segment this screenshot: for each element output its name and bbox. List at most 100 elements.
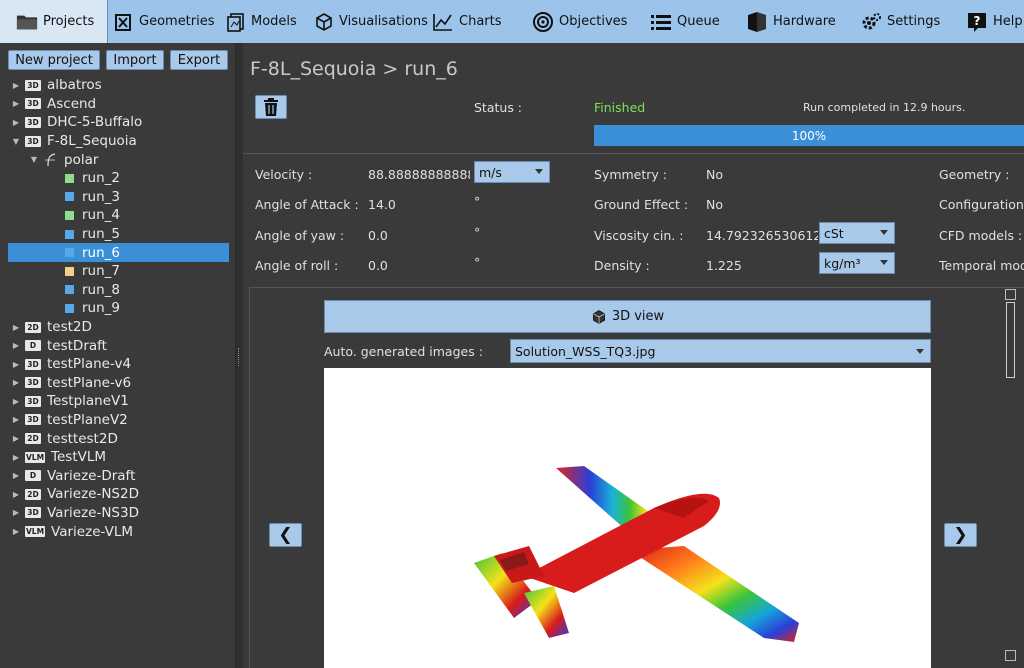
tree-item-dhc5[interactable]: ▶ 3D DHC-5-Buffalo xyxy=(0,113,236,132)
tree-item-run-2[interactable]: run_2 xyxy=(0,169,236,188)
results-viewer: 3D view Auto. generated images : Solutio… xyxy=(249,287,1024,668)
tree-item-run-3[interactable]: run_3 xyxy=(0,188,236,207)
vertical-scrollbar[interactable] xyxy=(1005,288,1016,668)
tree-item-varieze-ns3d[interactable]: ▶ 3D Varieze-NS3D xyxy=(0,504,236,523)
tree-item-run-7[interactable]: run_7 xyxy=(0,262,236,281)
divider xyxy=(243,153,1024,154)
configuration-label: Configuration : xyxy=(939,197,1024,212)
tree-item-test2d[interactable]: ▶ 2D test2D xyxy=(0,318,236,337)
tree-item-ascend[interactable]: ▶ 3D Ascend xyxy=(0,95,236,114)
scroll-up-button[interactable] xyxy=(1005,289,1016,300)
toolbar-models[interactable]: Models xyxy=(220,0,302,43)
queue-icon xyxy=(650,11,672,33)
toolbar-objectives[interactable]: Objectives xyxy=(508,0,628,43)
scroll-thumb[interactable] xyxy=(1006,302,1015,378)
expand-arrow-icon[interactable]: ▶ xyxy=(12,415,20,424)
3d-badge-icon: 3D xyxy=(25,358,41,370)
tree-item-testplanev2[interactable]: ▶ 3D testPlaneV2 xyxy=(0,411,236,430)
3d-view-button[interactable]: 3D view xyxy=(324,300,931,333)
import-button[interactable]: Import xyxy=(106,50,164,70)
toolbar-hardware[interactable]: Hardware xyxy=(720,0,836,43)
expand-arrow-icon[interactable]: ▶ xyxy=(12,508,20,517)
project-tree: ▶ 3D albatros ▶ 3D Ascend ▶ 3D DHC-5-Buffalo ▼… xyxy=(0,76,236,541)
toolbar-help[interactable]: ? Help xyxy=(940,0,1024,43)
viscosity-value[interactable]: 14.7923265306122 xyxy=(706,228,818,243)
export-button[interactable]: Export xyxy=(170,50,228,70)
tree-item-testvlm[interactable]: ▶ VLM TestVLM xyxy=(0,448,236,467)
run-status-icon xyxy=(65,210,74,220)
yaw-value[interactable]: 0.0 xyxy=(368,228,388,243)
density-value[interactable]: 1.225 xyxy=(706,258,742,273)
tree-item-varieze-ns2d[interactable]: ▶ 2D Varieze-NS2D xyxy=(0,485,236,504)
draft-badge-icon: D xyxy=(25,470,41,482)
roll-value[interactable]: 0.0 xyxy=(368,258,388,273)
expand-arrow-icon[interactable]: ▶ xyxy=(12,81,20,90)
chart-icon xyxy=(432,11,454,33)
expand-arrow-icon[interactable]: ▶ xyxy=(12,341,20,350)
tree-item-testtest2d[interactable]: ▶ 2D testtest2D xyxy=(0,429,236,448)
folder-icon xyxy=(16,11,38,33)
splitter-grip-icon[interactable] xyxy=(238,348,240,366)
velocity-value[interactable]: 88.888888888888 xyxy=(368,167,470,182)
status-label: Status : xyxy=(474,100,523,115)
velocity-unit-select[interactable]: m/s xyxy=(474,161,550,183)
tree-item-run-4[interactable]: run_4 xyxy=(0,206,236,225)
tree-item-albatros[interactable]: ▶ 3D albatros xyxy=(0,76,236,95)
2d-badge-icon: 2D xyxy=(25,321,41,333)
tree-item-run-5[interactable]: run_5 xyxy=(0,225,236,244)
viscosity-unit-select[interactable]: cSt xyxy=(819,222,895,244)
expand-arrow-icon[interactable]: ▶ xyxy=(12,527,20,536)
toolbar-geometries[interactable]: Geometries xyxy=(108,0,220,43)
chevron-right-icon: ❯ xyxy=(953,525,968,545)
aoa-value[interactable]: 14.0 xyxy=(368,197,396,212)
expand-arrow-icon[interactable]: ▶ xyxy=(12,99,20,108)
expand-arrow-icon[interactable]: ▶ xyxy=(12,378,20,387)
tree-item-testplane-v6[interactable]: ▶ 3D testPlane-v6 xyxy=(0,374,236,393)
tree-item-varieze-vlm[interactable]: ▶ VLM Varieze-VLM xyxy=(0,522,236,541)
tree-item-run-6[interactable]: run_6 xyxy=(8,243,229,262)
next-image-button[interactable]: ❯ xyxy=(944,523,977,547)
expand-arrow-icon[interactable]: ▶ xyxy=(12,434,20,443)
toolbar-charts[interactable]: Charts xyxy=(420,0,508,43)
density-unit-select[interactable]: kg/m³ xyxy=(819,252,895,274)
expand-arrow-icon[interactable]: ▶ xyxy=(12,471,20,480)
svg-text:?: ? xyxy=(974,14,981,28)
yaw-unit: ° xyxy=(474,225,481,240)
collapse-arrow-icon[interactable]: ▼ xyxy=(30,155,38,164)
expand-arrow-icon[interactable]: ▶ xyxy=(12,490,20,499)
toolbar-visualisations[interactable]: Visualisations xyxy=(302,0,428,43)
draft-badge-icon: D xyxy=(25,340,41,352)
auto-images-select[interactable]: Solution_WSS_TQ3.jpg xyxy=(510,339,931,363)
geometry-icon xyxy=(114,11,134,33)
toolbar-settings[interactable]: Settings xyxy=(832,0,940,43)
expand-arrow-icon[interactable]: ▶ xyxy=(12,453,20,462)
tree-item-varieze-draft[interactable]: ▶ D Varieze-Draft xyxy=(0,466,236,485)
tree-item-run-8[interactable]: run_8 xyxy=(0,281,236,300)
collapse-arrow-icon[interactable]: ▼ xyxy=(12,137,20,146)
toolbar-projects[interactable]: Projects xyxy=(0,0,108,43)
toolbar-queue[interactable]: Queue xyxy=(628,0,720,43)
polar-curve-icon xyxy=(44,153,58,167)
run-status-icon xyxy=(65,248,74,258)
expand-arrow-icon[interactable]: ▶ xyxy=(12,397,20,406)
tree-item-testdraft[interactable]: ▶ DtestDraft xyxy=(0,336,236,355)
tree-item-f8l-sequoia[interactable]: ▼ 3D F-8L_Sequoia xyxy=(0,132,236,151)
main-toolbar: Projects Geometries Models Visualisation… xyxy=(0,0,1024,43)
tree-item-testplanev1[interactable]: ▶ 3D TestplaneV1 xyxy=(0,392,236,411)
trash-icon xyxy=(263,98,279,116)
roll-unit: ° xyxy=(474,255,481,270)
expand-arrow-icon[interactable]: ▶ xyxy=(12,360,20,369)
delete-run-button[interactable] xyxy=(255,95,287,119)
previous-image-button[interactable]: ❮ xyxy=(269,523,302,547)
3d-badge-icon: 3D xyxy=(25,377,41,389)
scroll-down-button[interactable] xyxy=(1005,650,1016,661)
tree-item-polar[interactable]: ▼ polar xyxy=(0,150,236,169)
tree-item-testplane-v4[interactable]: ▶ 3D testPlane-v4 xyxy=(0,355,236,374)
expand-arrow-icon[interactable]: ▶ xyxy=(12,118,20,127)
yaw-label: Angle of yaw : xyxy=(255,228,345,243)
new-project-button[interactable]: New project xyxy=(8,50,100,70)
help-icon: ? xyxy=(966,11,988,33)
expand-arrow-icon[interactable]: ▶ xyxy=(12,323,20,332)
target-icon xyxy=(532,11,554,33)
tree-item-run-9[interactable]: run_9 xyxy=(0,299,236,318)
